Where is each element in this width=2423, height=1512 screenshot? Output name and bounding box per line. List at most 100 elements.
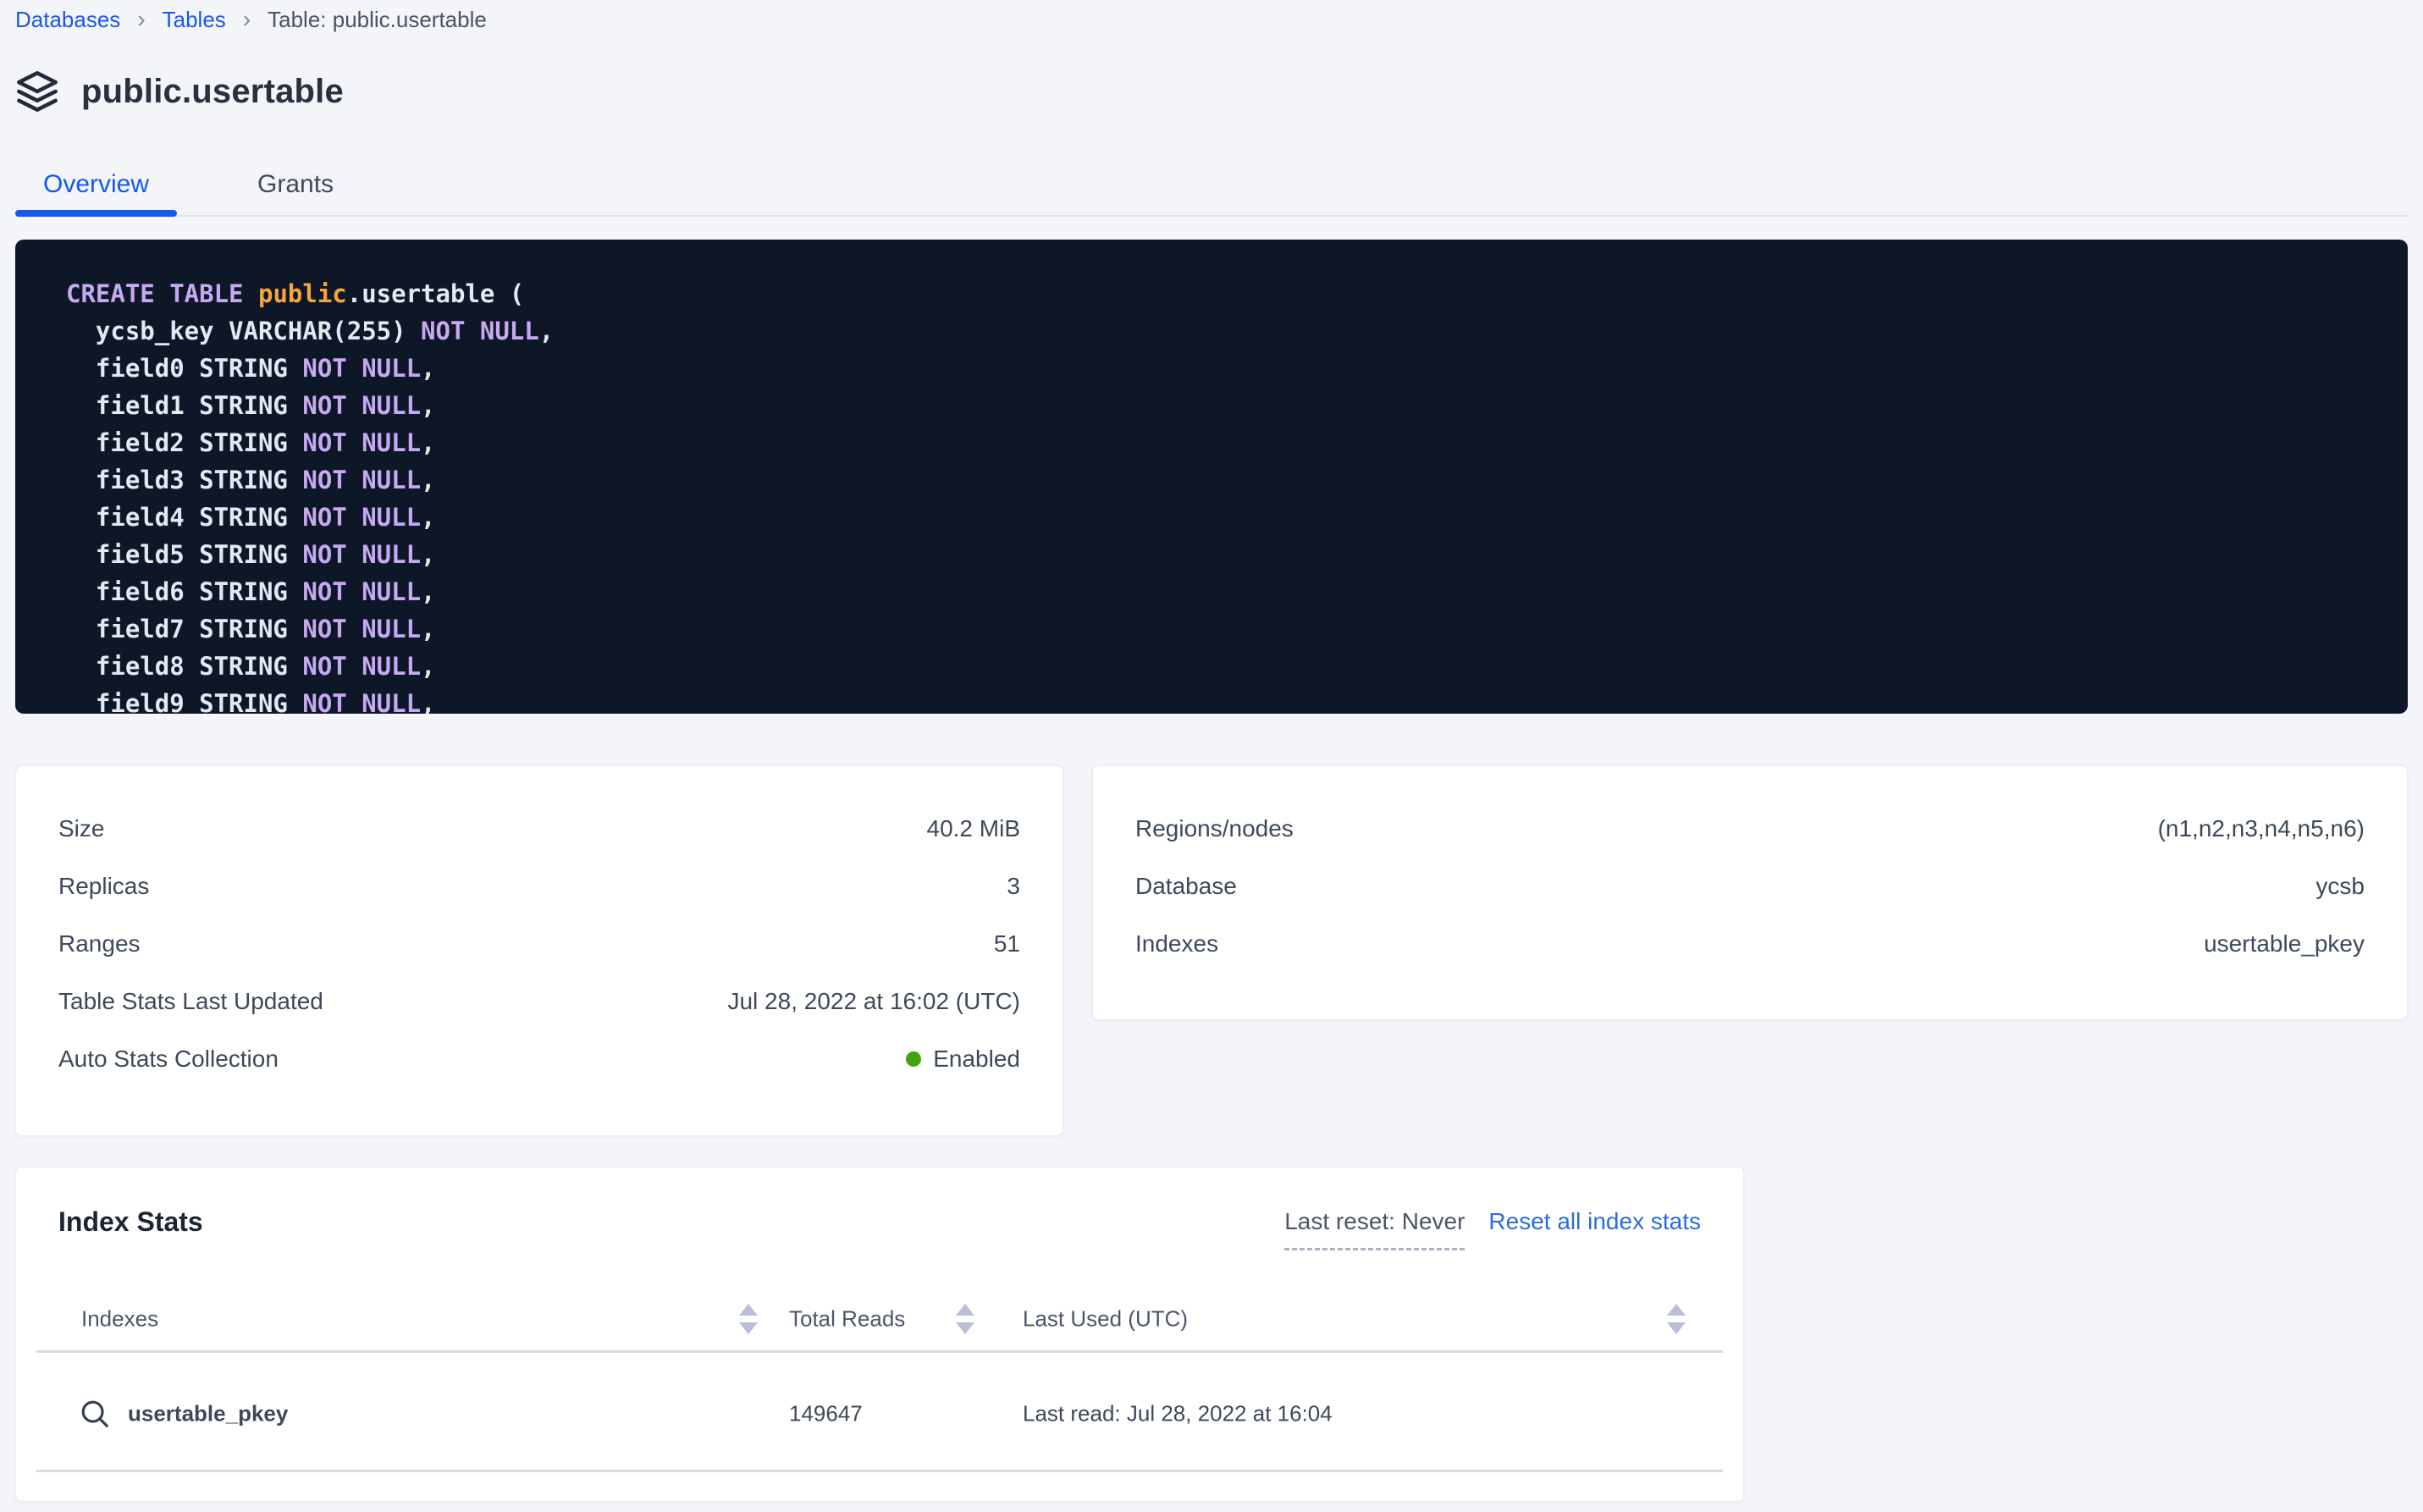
sql-token-plain: field2 STRING (66, 428, 302, 457)
sql-token-plain: field7 STRING (66, 615, 302, 643)
breadcrumb: Databases › Tables › Table: public.usert… (15, 5, 487, 34)
sql-code-line: CREATE TABLE public.usertable ( (66, 275, 2382, 312)
sql-token-plain: , (421, 689, 435, 714)
stat-row: Database ycsb (1135, 858, 2365, 915)
stat-row: Size 40.2 MiB (58, 800, 1020, 858)
sql-code-line: field7 STRING NOT NULL, (66, 610, 2382, 648)
stat-value-text: Enabled (933, 1046, 1020, 1073)
page-title: public.usertable (81, 73, 344, 111)
sql-token-plain: , (421, 615, 435, 643)
sql-token-keyword: NOT NULL (302, 466, 421, 494)
sql-code-line: field0 STRING NOT NULL, (66, 350, 2382, 387)
sql-code-line: field8 STRING NOT NULL, (66, 648, 2382, 685)
sql-token-plain: field1 STRING (66, 391, 302, 420)
stat-value-text: (n1,n2,n3,n4,n5,n6) (2158, 815, 2365, 842)
stat-label: Database (1135, 873, 1237, 900)
sql-token-keyword: NOT NULL (302, 577, 421, 606)
column-header-indexes[interactable]: Indexes (81, 1306, 158, 1333)
layers-stack-icon (15, 69, 59, 113)
tab-overview[interactable]: Overview (15, 154, 177, 215)
stat-row: Auto Stats Collection Enabled (58, 1030, 1020, 1088)
sql-code-line: field2 STRING NOT NULL, (66, 424, 2382, 461)
sql-token-plain: field8 STRING (66, 652, 302, 681)
sql-token-plain: , (421, 391, 435, 420)
sql-code-line: ycsb_key VARCHAR(255) NOT NULL, (66, 312, 2382, 350)
stat-value-text: 51 (994, 930, 1020, 957)
stat-label: Indexes (1135, 930, 1218, 957)
sql-token-keyword: NOT NULL (302, 391, 421, 420)
status-dot-icon (906, 1051, 921, 1067)
stat-label: Size (58, 815, 104, 842)
stat-value-text: usertable_pkey (2204, 930, 2365, 957)
stat-label: Table Stats Last Updated (58, 988, 323, 1015)
sql-code-line: field5 STRING NOT NULL, (66, 536, 2382, 573)
sql-token-keyword: CREATE TABLE (66, 279, 258, 308)
magnifier-icon (79, 1398, 111, 1430)
sql-token-plain: field6 STRING (66, 577, 302, 606)
sql-token-plain: , (421, 577, 435, 606)
index-stats-card: Index Stats Last reset: Never Reset all … (15, 1167, 1744, 1502)
last-used-value: Last read: Jul 28, 2022 at 16:04 (1023, 1401, 1333, 1427)
stat-value: Enabled (906, 1046, 1020, 1073)
breadcrumb-link-tables[interactable]: Tables (163, 5, 226, 34)
sql-token-keyword: NOT NULL (302, 503, 421, 532)
stat-value: ycsb (2315, 873, 2365, 900)
stat-label: Regions/nodes (1135, 815, 1294, 842)
sql-token-plain: , (421, 354, 435, 383)
sql-token-keyword: NOT NULL (302, 652, 421, 681)
stat-value: 51 (994, 930, 1020, 957)
stat-row: Indexes usertable_pkey (1135, 915, 2365, 973)
sql-token-plain: , (421, 466, 435, 494)
breadcrumb-current: Table: public.usertable (268, 5, 487, 34)
table-details-card: Size40.2 MiBReplicas3Ranges51Table Stats… (15, 765, 1063, 1136)
breadcrumb-link-databases[interactable]: Databases (15, 5, 120, 34)
sql-code-line: field6 STRING NOT NULL, (66, 573, 2382, 610)
stat-value: Jul 28, 2022 at 16:02 (UTC) (727, 988, 1020, 1015)
total-reads-value: 149647 (789, 1401, 863, 1427)
sql-token-keyword: NOT NULL (302, 540, 421, 569)
sql-token-plain: , (421, 652, 435, 681)
sort-icon[interactable] (954, 1302, 976, 1336)
sql-code-line: field3 STRING NOT NULL, (66, 461, 2382, 499)
sql-token-schema: public (258, 279, 347, 308)
index-table-header: Indexes Total Reads Last Used (UTC) (16, 1285, 1743, 1353)
tab-grants[interactable]: Grants (229, 154, 362, 215)
reset-index-stats-link[interactable]: Reset all index stats (1488, 1203, 1701, 1240)
sql-token-plain: ycsb_key VARCHAR(255) (66, 317, 421, 345)
stat-value-text: 3 (1007, 873, 1020, 900)
sql-code-line: field4 STRING NOT NULL, (66, 499, 2382, 536)
index-stats-actions: Last reset: Never Reset all index stats (1284, 1203, 1701, 1250)
column-header-last-used[interactable]: Last Used (UTC) (1023, 1306, 1188, 1333)
stat-row: Regions/nodes (n1,n2,n3,n4,n5,n6) (1135, 800, 2365, 858)
sql-token-keyword: NOT NULL (421, 317, 539, 345)
index-stats-header: Index Stats Last reset: Never Reset all … (16, 1203, 1743, 1250)
index-stats-title: Index Stats (58, 1203, 203, 1240)
sql-token-plain: field0 STRING (66, 354, 302, 383)
table-row: usertable_pkey 149647 Last read: Jul 28, 2… (16, 1355, 1743, 1472)
stat-value: (n1,n2,n3,n4,n5,n6) (2158, 815, 2365, 842)
stat-value: 3 (1007, 873, 1020, 900)
sql-token-keyword: NOT NULL (302, 428, 421, 457)
stat-value-text: 40.2 MiB (927, 815, 1021, 842)
chevron-right-icon: › (137, 5, 145, 34)
sql-token-keyword: NOT NULL (302, 354, 421, 383)
stat-row: Ranges51 (58, 915, 1020, 973)
page-header: public.usertable (15, 69, 344, 113)
stat-value: 40.2 MiB (927, 815, 1021, 842)
stat-value-text: ycsb (2315, 873, 2365, 900)
sql-token-plain: field3 STRING (66, 466, 302, 494)
sql-code-line: field1 STRING NOT NULL, (66, 387, 2382, 424)
column-header-total-reads[interactable]: Total Reads (789, 1306, 905, 1333)
last-reset-label: Last reset: Never (1284, 1203, 1465, 1250)
sql-token-plain: .usertable ( (347, 279, 525, 308)
stat-value-text: Jul 28, 2022 at 16:02 (UTC) (727, 988, 1020, 1015)
index-name-link[interactable]: usertable_pkey (128, 1401, 288, 1427)
sql-token-plain: field5 STRING (66, 540, 302, 569)
sort-icon[interactable] (737, 1302, 759, 1336)
table-location-card: Regions/nodes (n1,n2,n3,n4,n5,n6) Database… (1092, 765, 2408, 1020)
stat-value: usertable_pkey (2204, 930, 2365, 957)
stat-label: Auto Stats Collection (58, 1046, 279, 1073)
sort-icon[interactable] (1665, 1302, 1687, 1336)
create-table-sql-block: CREATE TABLE public.usertable ( ycsb_key… (15, 240, 2408, 714)
sql-token-keyword: NOT NULL (302, 689, 421, 714)
